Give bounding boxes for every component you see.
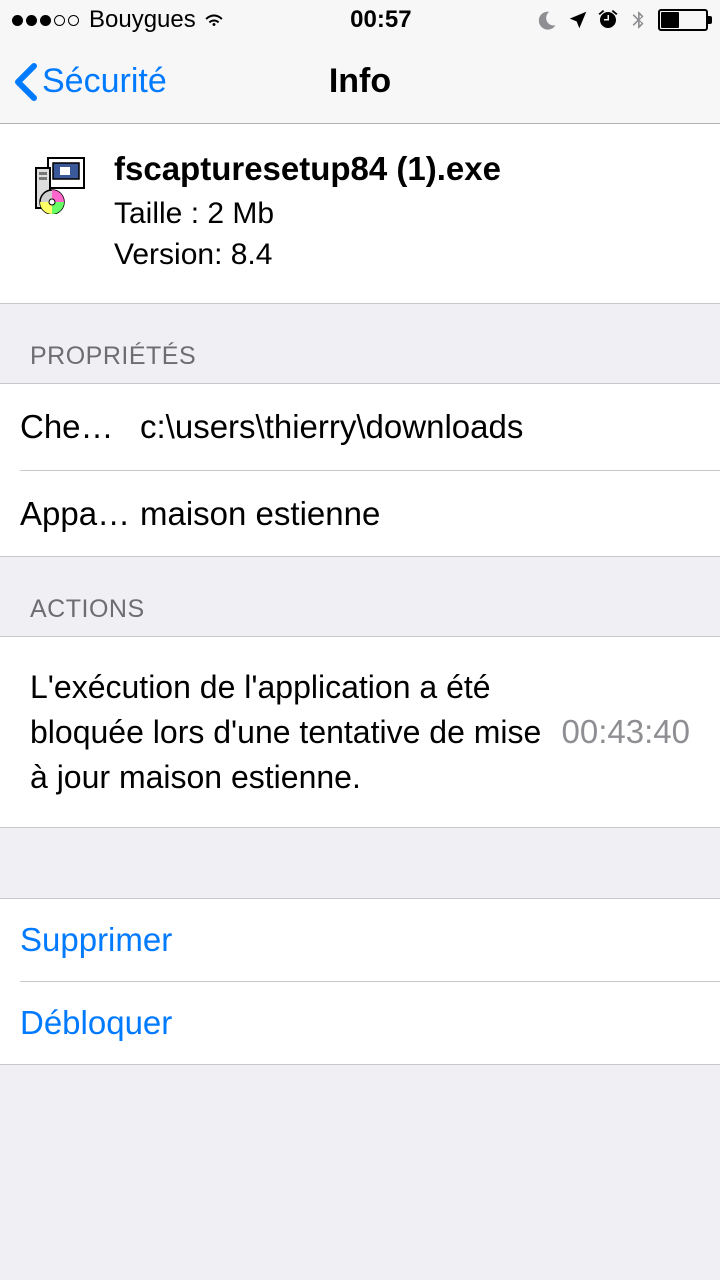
alarm-icon [596, 8, 620, 32]
file-name: fscapturesetup84 (1).exe [114, 150, 690, 188]
delete-button[interactable]: Supprimer [0, 899, 720, 981]
actions-list: L'exécution de l'application a été bloqu… [0, 636, 720, 828]
chevron-back-icon [14, 62, 38, 102]
row-path[interactable]: Chemin... c:\users\thierry\downloads [0, 384, 720, 470]
nav-bar: Sécurité Info [0, 40, 720, 124]
status-right [536, 8, 708, 32]
device-key: Appareil [20, 495, 140, 533]
wifi-icon [202, 8, 226, 32]
battery-icon [658, 9, 708, 31]
back-button[interactable]: Sécurité [14, 62, 167, 102]
location-icon [566, 8, 590, 32]
device-value: maison estienne [140, 495, 690, 533]
properties-list: Chemin... c:\users\thierry\downloads App… [0, 383, 720, 557]
unblock-label: Débloquer [20, 1004, 172, 1041]
delete-label: Supprimer [20, 921, 172, 958]
section-header-actions: ACTIONS [0, 557, 720, 636]
signal-strength-icon [12, 15, 79, 26]
status-left: Bouygues [12, 6, 226, 34]
buttons-list: Supprimer Débloquer [0, 898, 720, 1065]
row-device[interactable]: Appareil maison estienne [20, 470, 720, 556]
file-version: Version: 8.4 [114, 235, 690, 276]
section-header-properties: PROPRIÉTÉS [0, 304, 720, 383]
page-title: Info [329, 62, 391, 101]
status-bar: Bouygues 00:57 [0, 0, 720, 40]
moon-icon [536, 8, 560, 32]
bluetooth-icon [626, 8, 650, 32]
file-info-card: fscapturesetup84 (1).exe Taille : 2 Mb V… [0, 124, 720, 304]
status-time: 00:57 [350, 6, 411, 34]
action-description-row[interactable]: L'exécution de l'application a été bloqu… [0, 637, 720, 827]
file-size: Taille : 2 Mb [114, 194, 690, 235]
action-description: L'exécution de l'application a été bloqu… [30, 665, 544, 799]
unblock-button[interactable]: Débloquer [20, 981, 720, 1064]
carrier-label: Bouygues [89, 6, 196, 34]
file-installer-icon [30, 154, 90, 214]
action-time: 00:43:40 [562, 713, 690, 751]
path-value: c:\users\thierry\downloads [140, 408, 690, 446]
path-key: Chemin... [20, 408, 140, 446]
back-label: Sécurité [42, 62, 167, 101]
